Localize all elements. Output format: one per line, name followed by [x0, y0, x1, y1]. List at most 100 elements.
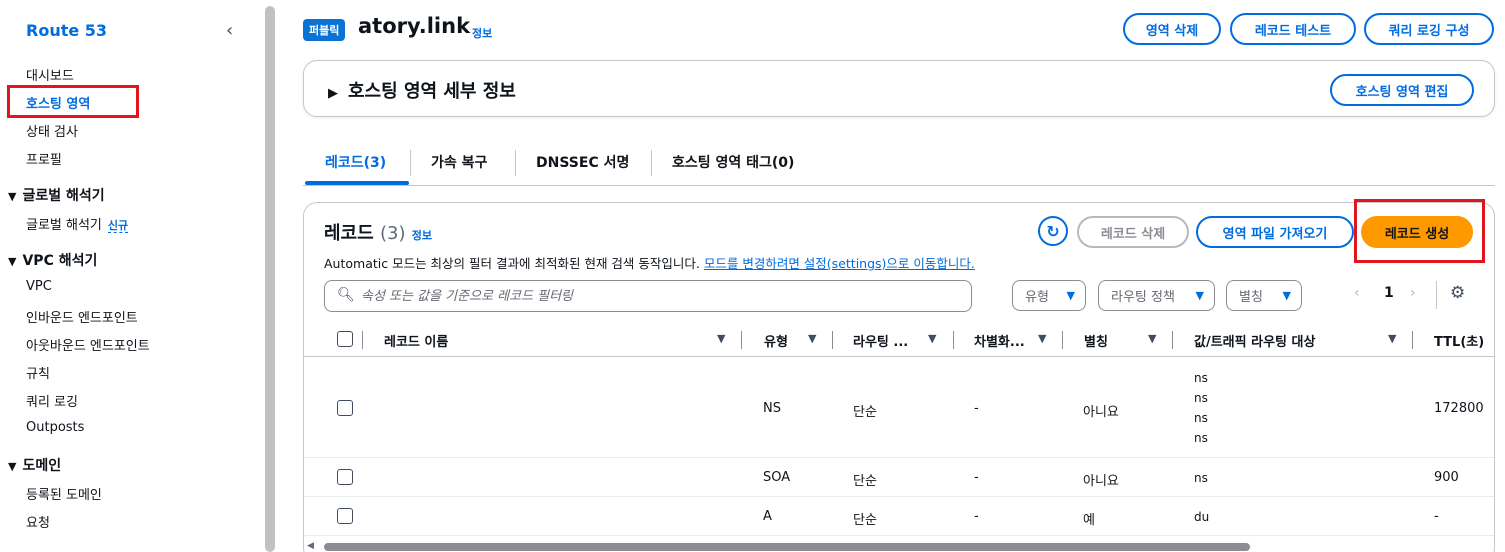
select-all-checkbox[interactable]	[337, 331, 353, 347]
sidebar-item-requests[interactable]: 요청	[26, 512, 50, 531]
record-routing-cell: 단순	[853, 405, 877, 420]
column-separator	[1412, 331, 1413, 349]
column-header-value[interactable]: 값/트래픽 라우팅 대상	[1194, 331, 1315, 350]
search-input[interactable]	[361, 286, 961, 306]
chevron-left-icon[interactable]: ‹	[226, 20, 233, 41]
sidebar-item-registered-domains[interactable]: 등록된 도메인	[26, 484, 102, 503]
column-separator	[1062, 331, 1063, 349]
record-value-line: ns	[1194, 471, 1208, 485]
sidebar-item-query-logging[interactable]: 쿼리 로깅	[26, 391, 78, 410]
sidebar-section-domains[interactable]: ▼ 도메인	[8, 455, 61, 475]
column-header-record-name[interactable]: 레코드 이름	[384, 331, 448, 350]
chevron-right-icon[interactable]: ›	[1410, 285, 1416, 301]
sort-down-icon[interactable]: ▼	[928, 332, 936, 345]
sidebar-item-dashboard[interactable]: 대시보드	[26, 65, 74, 84]
new-badge: 신규	[107, 219, 129, 233]
row-checkbox[interactable]	[337, 400, 353, 416]
tab-separator	[515, 150, 516, 176]
sort-down-icon[interactable]: ▼	[1038, 332, 1046, 345]
refresh-icon[interactable]: ↻	[1038, 216, 1068, 246]
record-value-line: ns	[1194, 371, 1208, 385]
info-link[interactable]: 정보	[472, 25, 492, 41]
edit-hosted-zone-button[interactable]: 호스팅 영역 편집	[1330, 74, 1474, 106]
sort-down-icon[interactable]: ▼	[1148, 332, 1156, 345]
info-link[interactable]: 정보	[412, 229, 432, 242]
page-title: atory.link	[358, 14, 471, 38]
record-ttl-cell: 900	[1434, 470, 1459, 485]
caret-down-icon: ▼	[1282, 289, 1291, 302]
public-badge: 퍼블릭	[303, 19, 346, 41]
scroll-left-icon[interactable]: ◀	[307, 541, 314, 551]
column-header-alias[interactable]: 별칭	[1084, 331, 1108, 350]
records-table-header: 레코드 이름 ▼ 유형 ▼ 라우팅 ... ▼ 차별화... ▼ 별칭 ▼ 값/…	[304, 323, 1494, 357]
record-alias-cell: 아니요	[1083, 474, 1119, 489]
sidebar-item-rules[interactable]: 규칙	[26, 363, 50, 382]
record-type-cell: A	[763, 509, 772, 524]
record-filter-search: 🔍︎	[324, 280, 972, 312]
record-type-cell: NS	[763, 401, 781, 416]
table-row[interactable]: A 단순 - 예 du -	[304, 498, 1494, 536]
caret-down-icon: ▼	[1195, 289, 1204, 302]
record-type-cell: SOA	[763, 470, 791, 485]
alias-filter-select[interactable]: 별칭 ▼	[1226, 280, 1302, 311]
column-header-routing[interactable]: 라우팅 ...	[853, 331, 908, 350]
delete-record-button[interactable]: 레코드 삭제	[1077, 216, 1189, 248]
vertical-scrollbar[interactable]	[265, 6, 275, 552]
column-separator	[362, 331, 363, 349]
active-tab-indicator	[305, 181, 409, 185]
record-differentiator-cell: -	[974, 509, 979, 524]
tab-separator	[651, 150, 652, 176]
tab-records[interactable]: 레코드(3)	[325, 152, 386, 172]
current-page-number[interactable]: 1	[1384, 285, 1394, 301]
sidebar-item-global-resolver[interactable]: 글로벌 해석기 신규	[26, 214, 129, 233]
configure-query-logging-button[interactable]: 쿼리 로깅 구성	[1364, 13, 1494, 45]
column-header-type[interactable]: 유형	[764, 331, 788, 350]
tab-dnssec-signing[interactable]: DNSSEC 서명	[536, 152, 629, 172]
delete-zone-button[interactable]: 영역 삭제	[1123, 13, 1221, 45]
hosted-zone-details-panel: ▶ 호스팅 영역 세부 정보 호스팅 영역 편집	[303, 60, 1495, 117]
test-record-button[interactable]: 레코드 테스트	[1230, 13, 1356, 45]
table-row[interactable]: NS 단순 - 아니요 ns ns ns ns 172800	[304, 358, 1494, 458]
tab-hosted-zone-tags[interactable]: 호스팅 영역 태그(0)	[672, 152, 794, 172]
column-separator	[953, 331, 954, 349]
caret-down-icon: ▼	[8, 460, 17, 473]
gear-icon[interactable]: ⚙	[1450, 283, 1465, 303]
settings-link[interactable]: 모드를 변경하려면 설정(settings)으로 이동합니다.	[704, 256, 975, 271]
sidebar-item-outposts[interactable]: Outposts	[26, 420, 84, 435]
sort-down-icon[interactable]: ▼	[717, 332, 725, 345]
row-checkbox[interactable]	[337, 508, 353, 524]
table-row[interactable]: SOA 단순 - 아니요 ns 900	[304, 459, 1494, 497]
tab-separator	[410, 150, 411, 176]
row-checkbox[interactable]	[337, 469, 353, 485]
sidebar-item-inbound-endpoints[interactable]: 인바운드 엔드포인트	[26, 307, 138, 326]
sidebar-item-health-checks[interactable]: 상태 검사	[26, 121, 78, 140]
search-icon: 🔍︎	[337, 287, 355, 303]
record-differentiator-cell: -	[974, 470, 979, 485]
record-value-line: ns	[1194, 411, 1208, 425]
caret-down-icon: ▼	[8, 255, 17, 268]
sidebar-item-profiles[interactable]: 프로필	[26, 149, 62, 168]
sidebar-section-global-resolver[interactable]: ▼ 글로벌 해석기	[8, 185, 105, 205]
type-filter-select[interactable]: 유형 ▼	[1012, 280, 1086, 311]
import-zone-file-button[interactable]: 영역 파일 가져오기	[1196, 216, 1354, 248]
column-header-differentiator[interactable]: 차별화...	[974, 331, 1025, 350]
horizontal-scrollbar[interactable]	[324, 543, 1250, 551]
routing-policy-filter-select[interactable]: 라우팅 정책 ▼	[1098, 280, 1215, 311]
column-separator	[741, 331, 742, 349]
record-value-line: ns	[1194, 391, 1208, 405]
sidebar: Route 53 ‹ 대시보드 호스팅 영역 상태 검사 프로필 ▼ 글로벌 해석…	[0, 0, 262, 552]
column-header-ttl[interactable]: TTL(초)	[1434, 331, 1484, 350]
sidebar-item-vpc[interactable]: VPC	[26, 279, 52, 294]
sidebar-title[interactable]: Route 53	[26, 21, 107, 40]
caret-right-icon: ▶	[328, 86, 338, 101]
caret-down-icon: ▼	[8, 190, 17, 203]
tab-accelerated-recovery[interactable]: 가속 복구	[431, 152, 487, 172]
sidebar-item-outbound-endpoints[interactable]: 아웃바운드 엔드포인트	[26, 335, 150, 354]
sidebar-section-vpc-resolver[interactable]: ▼ VPC 해석기	[8, 250, 97, 270]
chevron-left-icon[interactable]: ‹	[1354, 285, 1360, 301]
sort-down-icon[interactable]: ▼	[808, 332, 816, 345]
details-panel-toggle[interactable]: ▶ 호스팅 영역 세부 정보	[328, 77, 516, 103]
highlight-box	[7, 85, 139, 118]
record-alias-cell: 아니요	[1083, 405, 1119, 420]
sort-down-icon[interactable]: ▼	[1388, 332, 1396, 345]
